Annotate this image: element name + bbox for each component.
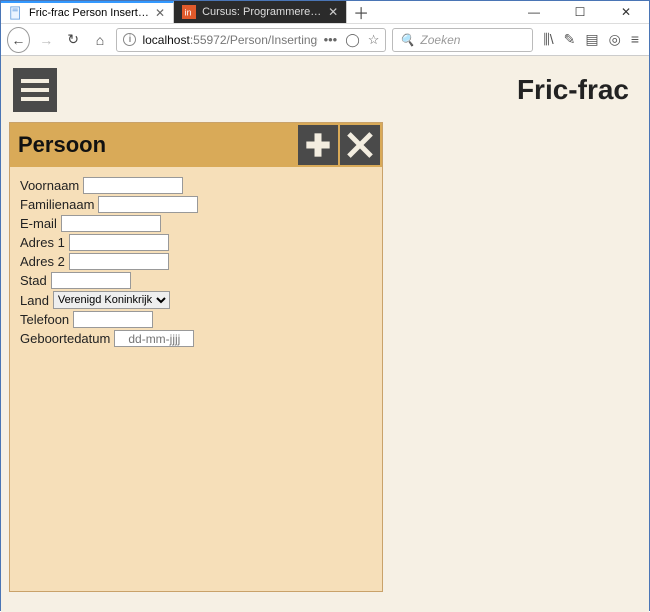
url-path: /Person/InsertingOne	[227, 33, 318, 47]
menu-icon[interactable]: ≡	[631, 31, 639, 48]
library-icon[interactable]: ⫼\	[543, 31, 553, 48]
address-bar[interactable]: i localhost:55972/Person/InsertingOne ••…	[116, 28, 386, 52]
sidebar-icon[interactable]: ▤	[585, 31, 598, 48]
window-maximize-button[interactable]: ☐	[557, 1, 603, 23]
geboortedatum-input[interactable]	[114, 330, 194, 347]
adres1-label: Adres 1	[20, 235, 65, 250]
familienaam-input[interactable]	[98, 196, 198, 213]
cancel-button[interactable]	[340, 125, 380, 165]
url-host: localhost	[142, 33, 189, 47]
stad-input[interactable]	[51, 272, 131, 289]
panel-title: Persoon	[18, 132, 106, 158]
window-minimize-button[interactable]: —	[511, 1, 557, 23]
window-titlebar: Fric-frac Person Inserting One ✕ in Curs…	[1, 1, 649, 24]
favicon-icon	[9, 6, 23, 20]
person-form: Voornaam Familienaam E-mail Adres 1 Adre…	[10, 167, 382, 359]
tab-label: Fric-frac Person Inserting One	[29, 7, 149, 19]
adres1-input[interactable]	[69, 234, 169, 251]
extension-icon[interactable]: ◎	[609, 31, 621, 48]
url-port: :55972	[190, 33, 227, 47]
browser-toolbar: ← → ↻ ⌂ i localhost:55972/Person/Inserti…	[1, 24, 649, 56]
search-box[interactable]: 🔍 Zoeken	[392, 28, 533, 52]
email-input[interactable]	[61, 215, 161, 232]
stad-label: Stad	[20, 273, 47, 288]
tab-close-icon[interactable]: ✕	[155, 6, 165, 20]
app-header: Fric-frac	[9, 64, 641, 122]
panel-header: Persoon	[10, 123, 382, 167]
browser-tab-inactive[interactable]: in Cursus: Programmeren 3 TV 15 ✕	[174, 1, 347, 23]
tab-close-icon[interactable]: ✕	[328, 5, 338, 19]
search-placeholder: Zoeken	[420, 33, 460, 47]
page-body: Fric-frac Persoon Voornaam	[1, 56, 649, 612]
adres2-label: Adres 2	[20, 254, 65, 269]
plus-icon	[304, 131, 332, 159]
telefoon-label: Telefoon	[20, 312, 69, 327]
window-controls: — ☐ ✕	[511, 1, 649, 23]
home-button[interactable]: ⌂	[90, 28, 111, 52]
adres2-input[interactable]	[69, 253, 169, 270]
reader-icon[interactable]: ◯	[345, 32, 360, 48]
viewport: Fric-frac Persoon Voornaam	[1, 56, 649, 612]
email-label: E-mail	[20, 216, 57, 231]
new-tab-button[interactable]: ＋	[347, 1, 375, 23]
info-icon[interactable]: i	[123, 33, 136, 46]
browser-tab-active[interactable]: Fric-frac Person Inserting One ✕	[1, 1, 174, 23]
more-icon[interactable]: •••	[324, 32, 338, 48]
reload-button[interactable]: ↻	[63, 28, 84, 52]
back-button[interactable]: ←	[7, 27, 30, 53]
close-icon	[346, 131, 374, 159]
search-icon: 🔍	[399, 33, 414, 47]
add-button[interactable]	[298, 125, 338, 165]
hamburger-bar-icon	[21, 79, 49, 83]
hamburger-bar-icon	[21, 88, 49, 92]
app-menu-button[interactable]	[13, 68, 57, 112]
hamburger-bar-icon	[21, 97, 49, 101]
land-select[interactable]: Verenigd Koninkrijk	[53, 291, 170, 309]
voornaam-label: Voornaam	[20, 178, 79, 193]
svg-text:in: in	[185, 8, 192, 18]
app-brand: Fric-frac	[517, 74, 629, 106]
telefoon-input[interactable]	[73, 311, 153, 328]
land-label: Land	[20, 293, 49, 308]
evernote-icon[interactable]: ✎	[564, 31, 576, 48]
voornaam-input[interactable]	[83, 177, 183, 194]
forward-button: →	[36, 28, 57, 52]
geboortedatum-label: Geboortedatum	[20, 331, 110, 346]
window-close-button[interactable]: ✕	[603, 1, 649, 23]
person-panel: Persoon Voornaam Familienaam	[9, 122, 383, 592]
url-text: localhost:55972/Person/InsertingOne	[142, 33, 317, 47]
bookmark-icon[interactable]: ☆	[368, 32, 380, 48]
favicon-icon: in	[182, 5, 196, 19]
tab-label: Cursus: Programmeren 3 TV 15	[202, 6, 322, 18]
familienaam-label: Familienaam	[20, 197, 94, 212]
